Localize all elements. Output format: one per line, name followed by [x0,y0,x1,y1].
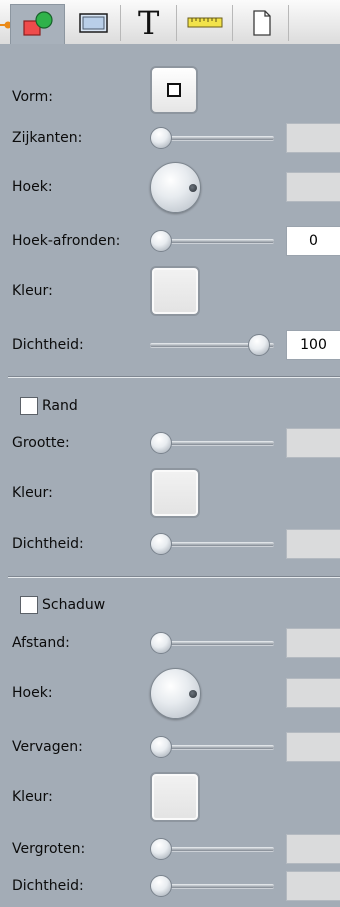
properties-panel: Vorm: Zijkanten: Hoek: Hoek-afronden: 0 … [0,44,340,907]
afstand-value-field[interactable] [286,628,340,658]
grootte-slider[interactable] [150,432,274,454]
afstand-slider[interactable] [150,632,274,654]
tab-text[interactable]: T [122,4,177,42]
dial-knob-icon [189,690,197,698]
vorm-label: Vorm: [12,89,53,105]
text-icon: T [138,4,160,42]
rand-kleur-color-swatch[interactable] [150,468,200,518]
slider-thumb[interactable] [150,533,172,555]
vergroten-label: Vergroten: [12,841,86,857]
section-divider [8,376,340,378]
schaduw-hoek-dial[interactable] [150,668,201,719]
slider-thumb[interactable] [150,736,172,758]
schaduw-kleur-color-swatch[interactable] [150,772,200,822]
tab-frame[interactable] [66,5,121,41]
schaduw-dichtheid-value-field[interactable] [286,871,340,901]
tab-ruler[interactable] [178,5,233,41]
page-icon [253,10,271,36]
vergroten-slider[interactable] [150,838,274,860]
hoek-afronden-slider[interactable] [150,230,274,252]
hoek-dial[interactable] [150,162,201,213]
slider-thumb[interactable] [150,230,172,252]
square-shape-icon [167,83,181,97]
frame-icon [79,13,108,33]
tab-page[interactable] [234,5,289,41]
slider-thumb[interactable] [248,334,270,356]
kleur-color-swatch[interactable] [150,266,200,316]
dichtheid-label: Dichtheid: [12,337,84,353]
rand-kleur-label: Kleur: [12,485,53,501]
zijkanten-slider[interactable] [150,127,274,149]
hoek-afronden-label: Hoek-afronden: [12,233,121,249]
slider-thumb[interactable] [150,838,172,860]
shape-icon [23,11,53,36]
schaduw-label[interactable]: Schaduw [42,595,105,615]
rand-dichtheid-value-field[interactable] [286,529,340,559]
schaduw-hoek-label: Hoek: [12,685,53,701]
tab-shape[interactable] [10,4,65,44]
hoek-value-field[interactable] [286,172,340,202]
rand-dichtheid-slider[interactable] [150,533,274,555]
rand-checkbox[interactable] [20,397,38,415]
vervagen-value-field[interactable] [286,732,340,762]
hoek-label: Hoek: [12,179,53,195]
toolbar: T [0,0,340,45]
slider-thumb[interactable] [150,875,172,897]
rand-label[interactable]: Rand [42,396,78,416]
zijkanten-value-field[interactable] [286,123,340,153]
hoek-afronden-value-field[interactable]: 0 [286,226,340,256]
slider-thumb[interactable] [150,127,172,149]
ruler-icon [187,17,223,28]
schaduw-hoek-value-field[interactable] [286,678,340,708]
vergroten-value-field[interactable] [286,834,340,864]
vervagen-slider[interactable] [150,736,274,758]
dichtheid-value-field[interactable]: 100 [286,330,340,360]
shape-select-button[interactable] [150,66,198,114]
section-divider [8,576,340,578]
dial-knob-icon [189,184,197,192]
slider-thumb[interactable] [150,432,172,454]
schaduw-checkbox[interactable] [20,596,38,614]
slider-thumb[interactable] [150,632,172,654]
grootte-value-field[interactable] [286,428,340,458]
schaduw-dichtheid-label: Dichtheid: [12,878,84,894]
rand-dichtheid-label: Dichtheid: [12,536,84,552]
vervagen-label: Vervagen: [12,739,83,755]
afstand-label: Afstand: [12,635,70,651]
zijkanten-label: Zijkanten: [12,130,83,146]
kleur-label: Kleur: [12,283,53,299]
schaduw-kleur-label: Kleur: [12,789,53,805]
dichtheid-slider[interactable] [150,334,274,356]
schaduw-dichtheid-slider[interactable] [150,875,274,897]
grootte-label: Grootte: [12,435,70,451]
